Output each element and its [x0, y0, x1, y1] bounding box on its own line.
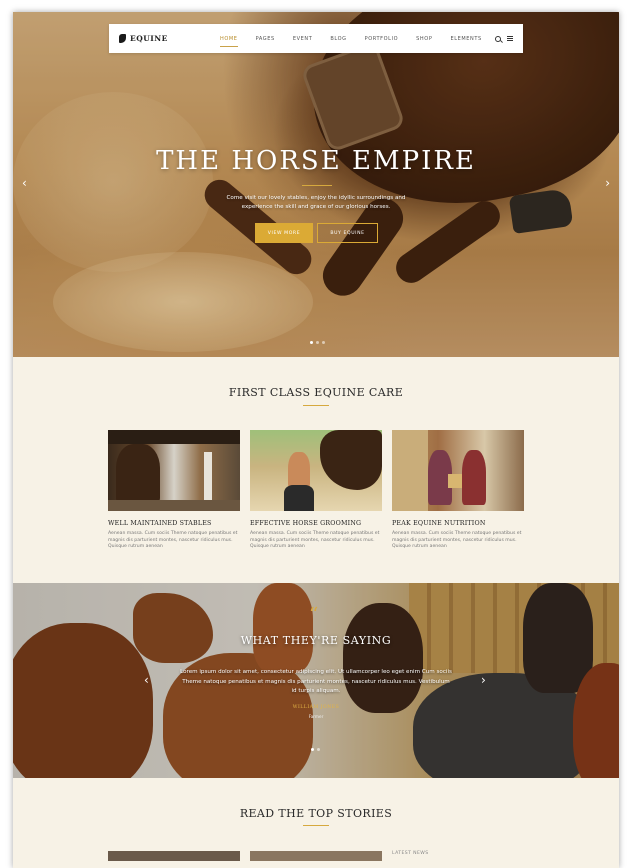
chevron-left-icon[interactable]: ‹ [144, 673, 149, 687]
quote-icon: “ [309, 604, 319, 625]
nav-menu: HOME PAGES EVENT BLOG PORTFOLIO SHOP ELE… [211, 36, 495, 47]
hamburger-menu-icon[interactable] [507, 36, 513, 41]
latest-news-label: LATEST NEWS [392, 851, 429, 856]
story-image[interactable] [108, 851, 240, 861]
stable-roof [108, 430, 240, 444]
horse-shape [116, 444, 160, 504]
hay-bale [392, 430, 428, 511]
stable-floor [108, 500, 240, 511]
service-card-stables: WELL MAINTAINED STABLES Aenean massa. Cu… [108, 430, 240, 551]
person-shape [284, 485, 314, 511]
hero-divider [302, 185, 332, 186]
page: EQUINE HOME PAGES EVENT BLOG PORTFOLIO S… [13, 12, 619, 868]
story-image[interactable] [250, 851, 382, 861]
nav-item-shop[interactable]: SHOP [407, 36, 441, 42]
service-card-text: Aenean massa. Cum sociis Theme natoque p… [250, 531, 380, 550]
stories-divider [303, 825, 329, 826]
slider-dot[interactable] [316, 341, 319, 344]
services-title: FIRST CLASS EQUINE CARE [228, 386, 404, 399]
slider-dot[interactable] [322, 341, 325, 344]
horse-logo-icon [119, 34, 126, 43]
testimonial-pagination [311, 748, 320, 751]
hero-description: Come visit our lovely stables, enjoy the… [226, 195, 406, 210]
hero-pagination [310, 341, 325, 344]
nav-item-home[interactable]: HOME [211, 36, 247, 47]
service-card-title[interactable]: PEAK EQUINE NUTRITION [392, 520, 524, 527]
service-card-title[interactable]: WELL MAINTAINED STABLES [108, 520, 240, 527]
site-logo[interactable]: EQUINE [119, 34, 211, 43]
service-card-nutrition: PEAK EQUINE NUTRITION Aenean massa. Cum … [392, 430, 524, 551]
testimonial-author: WILLIAM JONES [292, 705, 340, 710]
stables-image[interactable] [108, 430, 240, 511]
view-more-button[interactable]: VIEW MORE [255, 223, 313, 243]
search-icon[interactable] [495, 35, 501, 42]
service-card-grooming: EFFECTIVE HORSE GROOMING Aenean massa. C… [250, 430, 382, 551]
services-divider [303, 405, 329, 406]
slider-dot[interactable] [310, 341, 313, 344]
testimonial-title: WHAT THEY'RE SAYING [240, 634, 392, 647]
nutrition-image[interactable] [392, 430, 524, 511]
horse-shape [320, 430, 382, 490]
nav-item-event[interactable]: EVENT [284, 36, 322, 42]
hero-slider: EQUINE HOME PAGES EVENT BLOG PORTFOLIO S… [13, 12, 619, 357]
logo-text: EQUINE [130, 34, 168, 43]
buy-equine-button[interactable]: BUY EQUINE [317, 223, 378, 243]
service-card-text: Aenean massa. Cum sociis Theme natoque p… [108, 531, 238, 550]
service-card-title[interactable]: EFFECTIVE HORSE GROOMING [250, 520, 382, 527]
testimonial-quote: Lorem ipsum dolor sit amet, consectetur … [180, 669, 452, 694]
stories-title: READ THE TOP STORIES [239, 807, 393, 820]
slider-dot[interactable] [317, 748, 320, 751]
main-navbar: EQUINE HOME PAGES EVENT BLOG PORTFOLIO S… [109, 24, 523, 53]
grooming-image[interactable] [250, 430, 382, 511]
nav-icons [495, 35, 513, 42]
service-card-text: Aenean massa. Cum sociis Theme natoque p… [392, 531, 522, 550]
nav-item-pages[interactable]: PAGES [247, 36, 284, 42]
chevron-right-icon[interactable]: › [481, 673, 486, 687]
chevron-left-icon[interactable]: ‹ [22, 176, 27, 190]
stable-post [204, 452, 212, 507]
testimonial-role: Farmer [308, 714, 324, 719]
nav-item-elements[interactable]: ELEMENTS [441, 36, 490, 42]
slider-dot[interactable] [311, 748, 314, 751]
person-shape [462, 450, 486, 505]
nav-item-blog[interactable]: BLOG [321, 36, 355, 42]
nav-item-portfolio[interactable]: PORTFOLIO [356, 36, 408, 42]
hero-title: THE HORSE EMPIRE [156, 146, 476, 176]
bucket-shape [448, 474, 462, 488]
chevron-right-icon[interactable]: › [605, 176, 610, 190]
